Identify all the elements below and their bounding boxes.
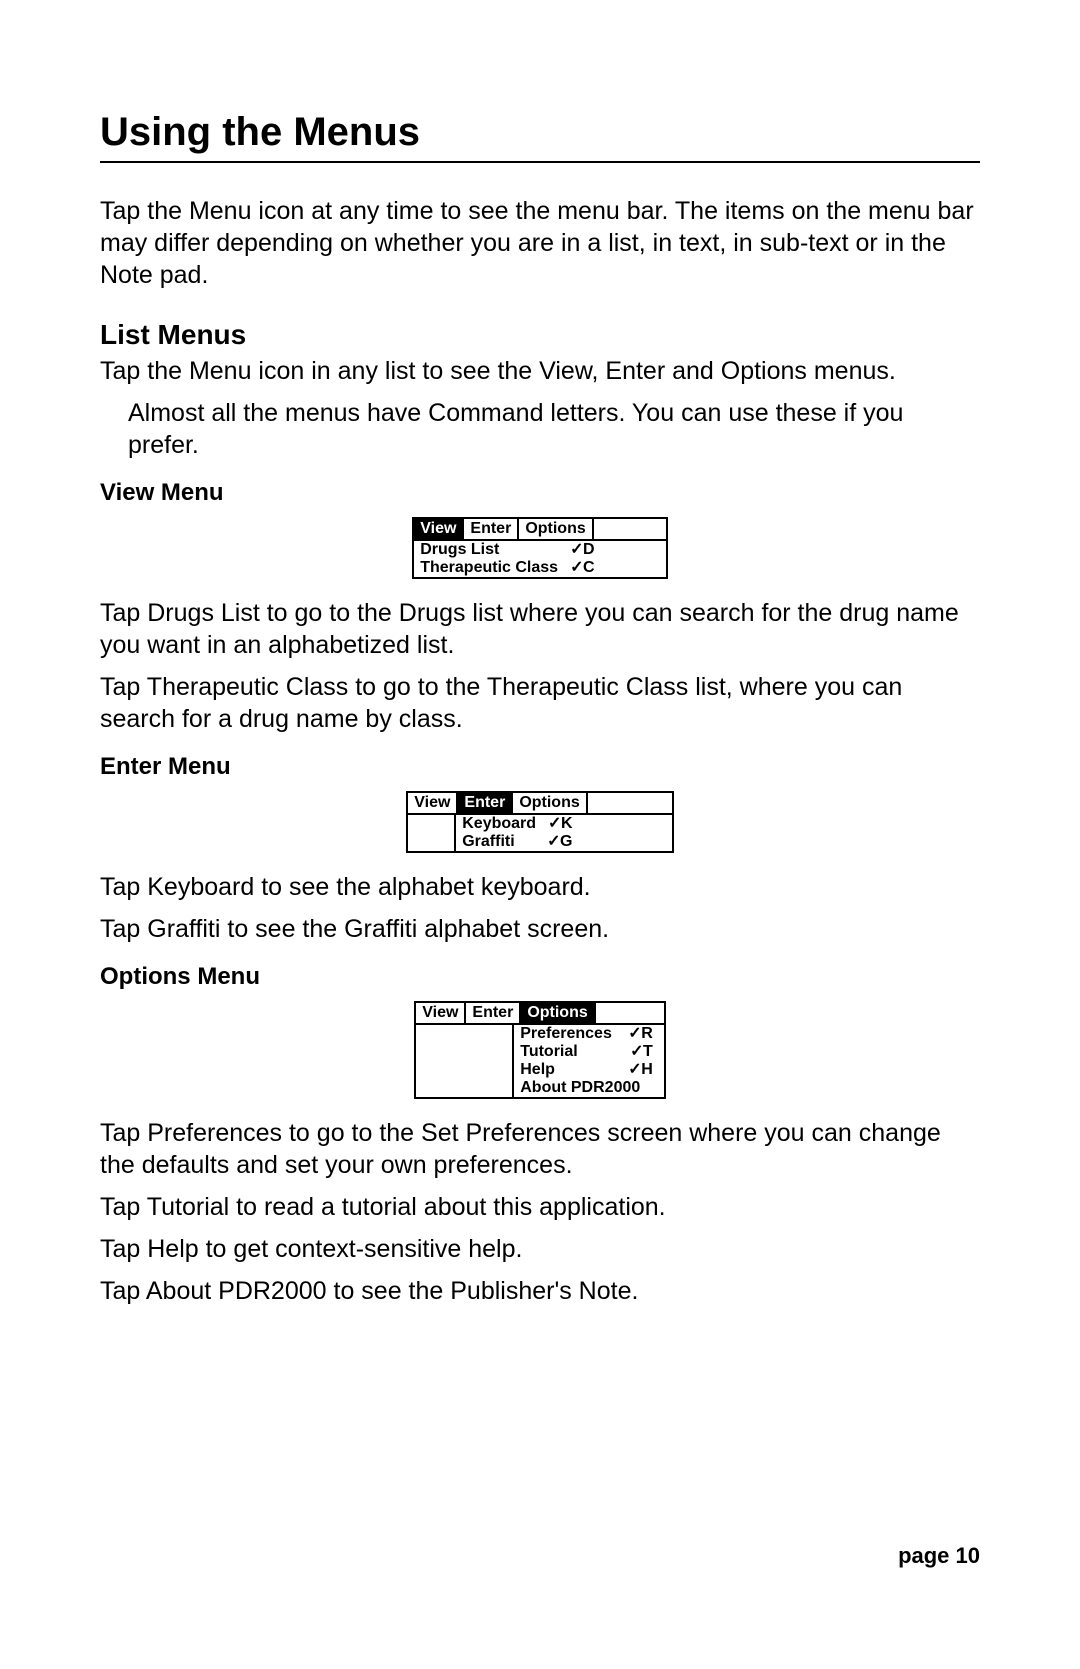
menu-tab-spacer xyxy=(596,1003,664,1023)
menu-item-label: Preferences xyxy=(520,1026,612,1042)
menu-item-label: About PDR2000 xyxy=(520,1080,640,1096)
view-menu-heading: View Menu xyxy=(100,479,980,507)
enter-menu-figure: ViewEnterOptions Keyboard ✓K Graffiti ✓G xyxy=(100,791,980,853)
menu-item-shortcut: ✓D xyxy=(570,542,594,558)
palm-menu-options: ViewEnterOptionsPreferences✓RTutorial✓TH… xyxy=(414,1001,666,1099)
menu-left-pad xyxy=(408,815,456,851)
menu-item-tutorial[interactable]: Tutorial ✓T xyxy=(514,1043,658,1061)
menu-tab-enter[interactable]: Enter xyxy=(466,1003,521,1023)
view-menu-para1: Tap Drugs List to go to the Drugs list w… xyxy=(100,597,980,661)
menu-tab-spacer xyxy=(588,793,672,813)
options-menu-heading: Options Menu xyxy=(100,963,980,991)
menu-item-about-pdr2000[interactable]: About PDR2000 xyxy=(514,1079,658,1097)
view-menu-para2: Tap Therapeutic Class to go to the Thera… xyxy=(100,671,980,735)
menu-left-pad xyxy=(416,1025,514,1097)
options-menu-para1: Tap Preferences to go to the Set Prefere… xyxy=(100,1117,980,1181)
menu-item-help[interactable]: Help ✓H xyxy=(514,1061,658,1079)
options-menu-para3: Tap Help to get context-sensitive help. xyxy=(100,1233,980,1265)
view-menu-figure: ViewEnterOptionsDrugs List✓DTherapeutic … xyxy=(100,517,980,579)
menu-item-shortcut: ✓T xyxy=(630,1044,652,1060)
menu-tab-enter[interactable]: Enter xyxy=(458,793,513,813)
enter-menu-heading: Enter Menu xyxy=(100,753,980,781)
menu-item-label: Help xyxy=(520,1062,555,1078)
enter-menu-para1: Tap Keyboard to see the alphabet keyboar… xyxy=(100,871,980,903)
menu-tab-spacer xyxy=(594,519,666,539)
menu-item-shortcut: ✓G xyxy=(547,834,572,850)
list-menus-heading: List Menus xyxy=(100,319,980,351)
page-title: Using the Menus xyxy=(100,110,980,155)
menu-tab-options[interactable]: Options xyxy=(519,519,593,539)
menu-tab-options[interactable]: Options xyxy=(521,1003,595,1023)
options-menu-para2: Tap Tutorial to read a tutorial about th… xyxy=(100,1191,980,1223)
menu-item-drugs-list[interactable]: Drugs List ✓D xyxy=(414,541,600,559)
options-menu-figure: ViewEnterOptionsPreferences✓RTutorial✓TH… xyxy=(100,1001,980,1099)
menu-item-keyboard[interactable]: Keyboard ✓K xyxy=(456,815,578,833)
menu-tab-view[interactable]: View xyxy=(414,519,464,539)
page: Using the Menus Tap the Menu icon at any… xyxy=(0,0,1080,1669)
menu-tab-view[interactable]: View xyxy=(408,793,458,813)
menu-tab-view[interactable]: View xyxy=(416,1003,466,1023)
options-menu-para4: Tap About PDR2000 to see the Publisher's… xyxy=(100,1275,980,1307)
page-number: page 10 xyxy=(898,1543,980,1569)
title-rule xyxy=(100,161,980,163)
intro-paragraph: Tap the Menu icon at any time to see the… xyxy=(100,195,980,291)
menu-item-label: Graffiti xyxy=(462,834,514,850)
enter-menu-para2: Tap Graffiti to see the Graffiti alphabe… xyxy=(100,913,980,945)
menu-item-label: Therapeutic Class xyxy=(420,560,558,576)
menu-item-preferences[interactable]: Preferences ✓R xyxy=(514,1025,658,1043)
menu-item-graffiti[interactable]: Graffiti ✓G xyxy=(456,833,578,851)
menu-item-shortcut: ✓C xyxy=(570,560,594,576)
list-menus-line1: Tap the Menu icon in any list to see the… xyxy=(100,355,980,387)
menu-item-label: Drugs List xyxy=(420,542,499,558)
menu-tab-options[interactable]: Options xyxy=(513,793,587,813)
palm-menu-view: ViewEnterOptionsDrugs List✓DTherapeutic … xyxy=(412,517,668,579)
menu-item-shortcut: ✓K xyxy=(548,816,572,832)
menu-item-shortcut: ✓H xyxy=(628,1062,652,1078)
menu-item-label: Keyboard xyxy=(462,816,536,832)
palm-menu-enter: ViewEnterOptions Keyboard ✓K Graffiti ✓G xyxy=(406,791,674,853)
menu-item-therapeutic-class[interactable]: Therapeutic Class ✓C xyxy=(414,559,600,577)
list-menus-note: Almost all the menus have Command letter… xyxy=(128,397,980,461)
menu-item-label: Tutorial xyxy=(520,1044,577,1060)
menu-tab-enter[interactable]: Enter xyxy=(464,519,519,539)
menu-item-shortcut: ✓R xyxy=(628,1026,652,1042)
